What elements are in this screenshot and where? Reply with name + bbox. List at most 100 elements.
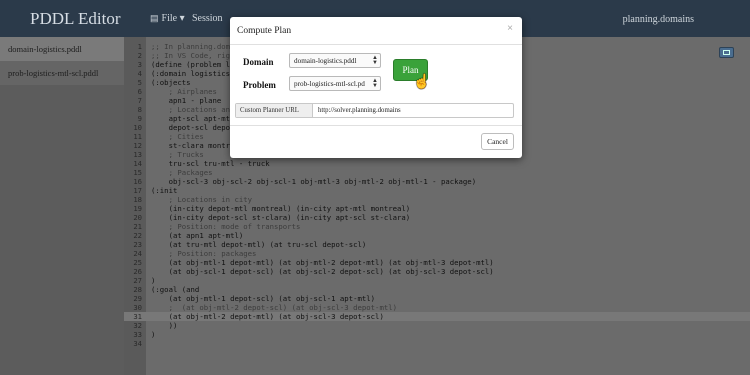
line-number: 4: [137, 69, 142, 78]
code-text: apt-scl apt-mtl: [151, 114, 235, 123]
code-text: ; Packages: [151, 168, 213, 177]
code-line[interactable]: 15 ; Packages: [124, 168, 750, 177]
hand-cursor-icon: ☝: [413, 73, 431, 89]
code-text: apn1 - plane: [151, 96, 222, 105]
line-number: 32: [133, 321, 142, 330]
line-number: 3: [137, 60, 142, 69]
line-number: 26: [133, 267, 142, 276]
line-number: 7: [137, 96, 142, 105]
code-line[interactable]: 33): [124, 330, 750, 339]
code-line[interactable]: 25 (at obj-mtl-1 depot-mtl) (at obj-mtl-…: [124, 258, 750, 267]
line-number: 33: [133, 330, 142, 339]
file-icon: ▤: [150, 13, 159, 23]
code-text: (in-city depot-mtl montreal) (in-city ap…: [151, 204, 411, 213]
code-text: ; Position: mode of transports: [151, 222, 301, 231]
code-line[interactable]: 26 (at obj-scl-1 depot-scl) (at obj-scl-…: [124, 267, 750, 276]
select-arrows-icon: ▲ ▼: [372, 55, 378, 66]
editor-toggle-button[interactable]: [719, 47, 734, 58]
domain-label: Domain: [243, 57, 274, 67]
line-number: 30: [133, 303, 142, 312]
domain-select-value: domain-logistics.pddl: [294, 57, 357, 65]
line-number: 10: [133, 123, 142, 132]
planner-url-group: Custom Planner URL http://solver.plannin…: [235, 103, 514, 118]
file-sidebar: domain-logistics.pddl prob-logistics-mtl…: [0, 37, 124, 375]
code-text: (:objects: [151, 78, 191, 87]
line-number: 19: [133, 204, 142, 213]
line-number: 12: [133, 141, 142, 150]
line-number: 25: [133, 258, 142, 267]
line-number: 2: [137, 51, 142, 60]
code-line[interactable]: 27): [124, 276, 750, 285]
code-text: (:goal (and: [151, 285, 200, 294]
line-number: 18: [133, 195, 142, 204]
code-line[interactable]: 22 (at apn1 apt-mtl): [124, 231, 750, 240]
line-number: 6: [137, 87, 142, 96]
line-number: 16: [133, 177, 142, 186]
code-line[interactable]: 19 (in-city depot-mtl montreal) (in-city…: [124, 204, 750, 213]
line-number: 21: [133, 222, 142, 231]
code-text: ; Position: packages: [151, 249, 257, 258]
code-text: ;; In planning.dom: [151, 42, 231, 51]
code-line[interactable]: 14 tru-scl tru-mtl - truck: [124, 159, 750, 168]
line-number: 11: [133, 132, 142, 141]
code-text: ; Cities: [151, 132, 204, 141]
code-text: (at obj-scl-1 depot-scl) (at obj-scl-2 d…: [151, 267, 494, 276]
code-line[interactable]: 34: [124, 339, 750, 348]
code-line[interactable]: 21 ; Position: mode of transports: [124, 222, 750, 231]
code-line[interactable]: 18 ; Locations in city: [124, 195, 750, 204]
code-line[interactable]: 31 (at obj-mtl-2 depot-mtl) (at obj-scl-…: [124, 312, 750, 321]
code-line[interactable]: 24 ; Position: packages: [124, 249, 750, 258]
code-text: ): [151, 330, 156, 339]
cancel-button[interactable]: Cancel: [481, 133, 514, 150]
code-text: ; (at obj-mtl-2 depot-scl) (at obj-scl-3…: [151, 303, 398, 312]
planning-domains-link[interactable]: planning.domains: [623, 14, 694, 25]
code-text: (:domain logistics-: [151, 69, 235, 78]
code-line[interactable]: 32 )): [124, 321, 750, 330]
line-number: 27: [133, 276, 142, 285]
domain-select[interactable]: domain-logistics.pddl ▲ ▼: [289, 53, 381, 68]
file-menu-label: File: [161, 13, 178, 24]
line-number: 5: [137, 78, 142, 87]
code-text: ;; In VS Code, rig: [151, 51, 231, 60]
code-text: ; Airplanes: [151, 87, 217, 96]
problem-select-value: prob-logistics-mtl-scl.pd: [294, 80, 365, 88]
session-menu[interactable]: Session: [192, 13, 223, 24]
file-menu[interactable]: ▤ File ▾: [150, 13, 185, 24]
code-text: (at obj-mtl-2 depot-mtl) (at obj-scl-3 d…: [151, 312, 384, 321]
line-number: 31: [133, 312, 142, 321]
code-text: (at obj-mtl-1 depot-mtl) (at obj-mtl-2 d…: [151, 258, 494, 267]
code-text: ; Locations and: [151, 105, 235, 114]
code-line[interactable]: 16 obj-scl-3 obj-scl-2 obj-scl-1 obj-mtl…: [124, 177, 750, 186]
select-arrows-icon: ▲ ▼: [372, 78, 378, 89]
line-number: 20: [133, 213, 142, 222]
code-text: (at apn1 apt-mtl): [151, 231, 244, 240]
line-number: 28: [133, 285, 142, 294]
code-line[interactable]: 30 ; (at obj-mtl-2 depot-scl) (at obj-sc…: [124, 303, 750, 312]
close-icon[interactable]: ×: [507, 23, 513, 34]
line-number: 1: [137, 42, 142, 51]
code-text: ; Trucks: [151, 150, 204, 159]
sidebar-item-domain[interactable]: domain-logistics.pddl: [0, 37, 124, 61]
problem-select[interactable]: prob-logistics-mtl-scl.pd ▲ ▼: [289, 76, 381, 91]
planner-url-input[interactable]: http://solver.planning.domains: [318, 107, 401, 114]
session-menu-label: Session: [192, 13, 223, 24]
dialog-title: Compute Plan: [237, 26, 292, 36]
line-number: 13: [133, 150, 142, 159]
code-text: (at tru-mtl depot-mtl) (at tru-scl depot…: [151, 240, 367, 249]
code-text: (:init: [151, 186, 178, 195]
code-text: st-clara montre: [151, 141, 235, 150]
code-line[interactable]: 29 (at obj-mtl-1 depot-scl) (at obj-scl-…: [124, 294, 750, 303]
code-line[interactable]: 17 (:init: [124, 186, 750, 195]
code-text: obj-scl-3 obj-scl-2 obj-scl-1 obj-mtl-3 …: [151, 177, 477, 186]
code-text: (in-city depot-scl st-clara) (in-city ap…: [151, 213, 411, 222]
code-text: (define (problem lo: [151, 60, 235, 69]
problem-label: Problem: [243, 80, 276, 90]
code-line[interactable]: 23 (at tru-mtl depot-mtl) (at tru-scl de…: [124, 240, 750, 249]
line-number: 23: [133, 240, 142, 249]
line-number: 34: [133, 339, 142, 348]
line-number: 22: [133, 231, 142, 240]
code-line[interactable]: 20 (in-city depot-scl st-clara) (in-city…: [124, 213, 750, 222]
code-line[interactable]: 28 (:goal (and: [124, 285, 750, 294]
sidebar-item-problem[interactable]: prob-logistics-mtl-scl.pddl: [0, 61, 124, 85]
chevron-down-icon: ▾: [179, 13, 185, 24]
